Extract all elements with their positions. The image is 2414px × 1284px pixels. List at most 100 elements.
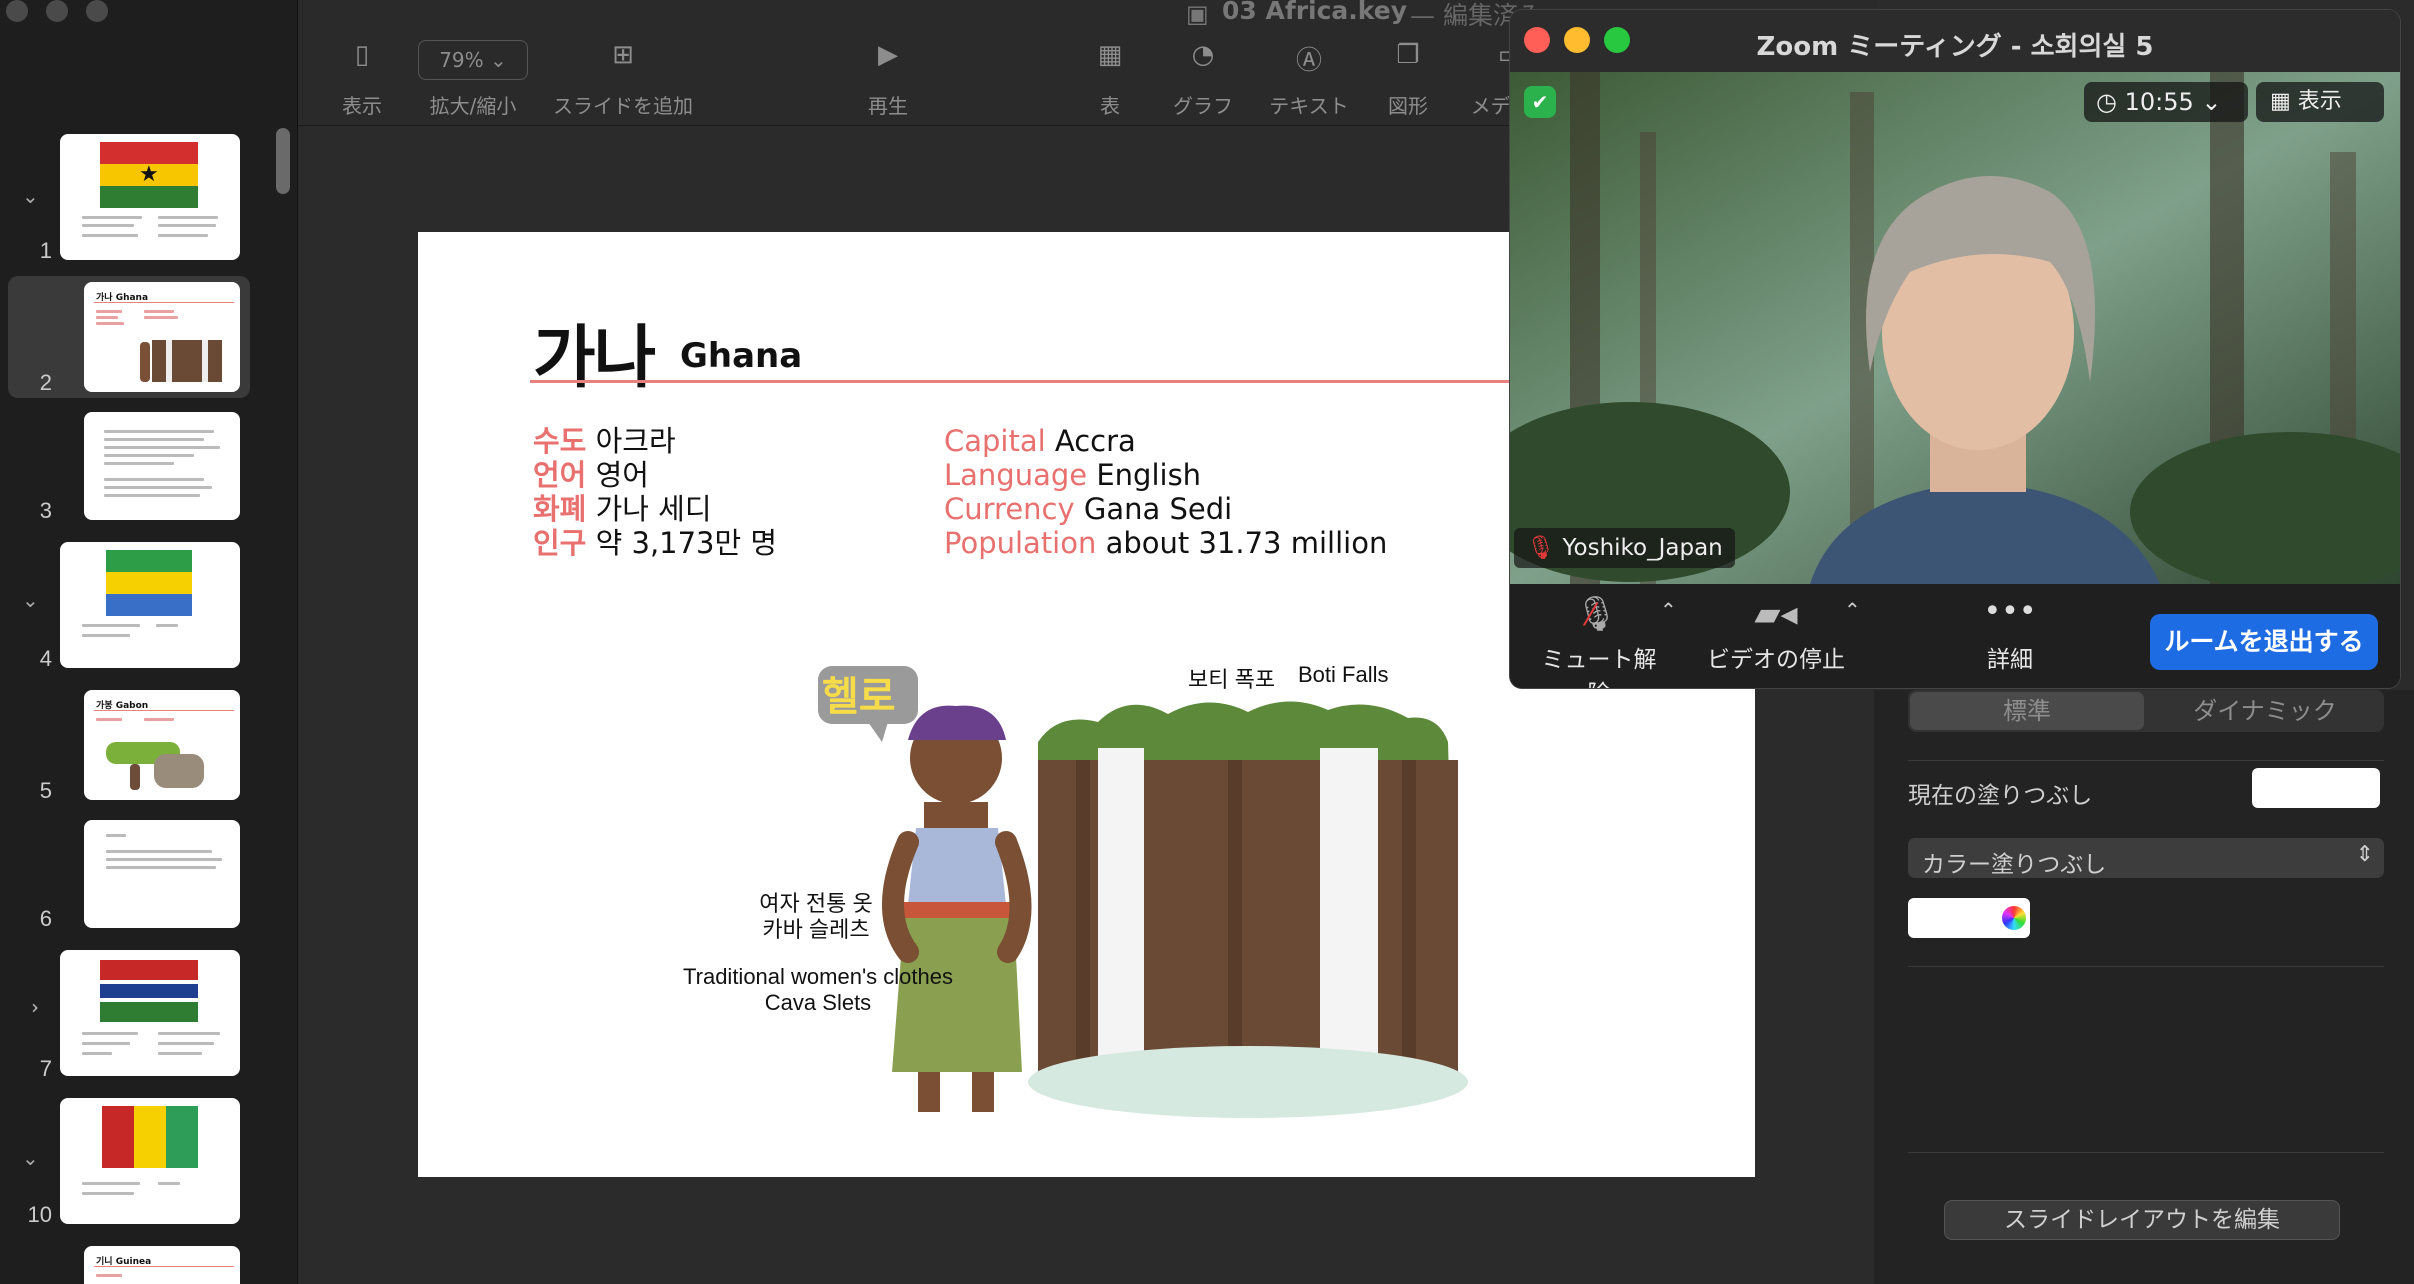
info-row: Capital Accra (944, 424, 1136, 458)
video-camera-icon: ▰◂ (1754, 594, 1798, 634)
slide-number: 2 (39, 370, 52, 395)
edit-slide-layout-button[interactable]: スライドレイアウトを編集 (1944, 1200, 2340, 1240)
slide-navigator: ⌄ 1 ★ 2 가나 Ghana 3 ⌄ 4 5 가봉 Gabon 6 ⌄ 7 … (0, 0, 298, 1284)
window-title: 03 Africa.key (1222, 0, 1408, 25)
info-row: 언어 영어 (533, 458, 649, 492)
info-row: Population about 31.73 million (944, 526, 1388, 560)
speech-bubble-text: 헬로 (822, 674, 896, 720)
divider (1908, 966, 2384, 967)
info-row: 인구 약 3,173만 명 (533, 526, 778, 560)
slide-number: 4 (39, 646, 52, 671)
text-icon: Ⓐ (1295, 46, 1322, 76)
current-fill-swatch[interactable] (2252, 768, 2380, 808)
play-button[interactable]: ▶ 再生 (858, 40, 918, 119)
color-picker-button[interactable] (1998, 898, 2030, 938)
info-row: Currency Gana Sedi (944, 492, 1233, 526)
leave-room-button[interactable]: ルームを退出する (2150, 614, 2378, 670)
slide-number: 7 (39, 1056, 52, 1081)
shield-check-icon[interactable]: ✔ (1524, 86, 1556, 118)
slide-thumbnail-10[interactable] (60, 1098, 240, 1224)
chevron-right-icon[interactable]: ⌄ (18, 1000, 42, 1017)
view-button[interactable]: ▦ 表示 (2256, 82, 2384, 122)
unmute-button[interactable]: 🎙︎⁄ ミュート解除 (1534, 584, 1664, 688)
korean-info-block: 수도 아크라 언어 영어 화폐 가나 세디 인구 약 3,173만 명 (533, 424, 777, 560)
clothes-label-korean-2: 카바 슬레츠 (762, 917, 870, 942)
english-info-block: Capital Accra Language English Currency … (944, 424, 1387, 560)
meeting-timer[interactable]: ◷ 10:55 ⌄ (2084, 82, 2248, 122)
chart-icon: ◔ (1191, 40, 1215, 70)
color-wheel-icon (2002, 906, 2026, 930)
plus-square-icon: ⊞ (612, 40, 634, 70)
text-button[interactable]: Ⓐ テキスト (1264, 40, 1354, 119)
divider (1908, 1152, 2384, 1153)
participant-video[interactable]: ✔ ◷ 10:55 ⌄ ▦ 表示 🎙︎ Yoshiko_Japan (1510, 72, 2400, 584)
slide-title-english: Ghana (680, 336, 803, 376)
navigator-scrollbar[interactable] (276, 128, 290, 194)
appearance-segmented-control: 標準 ダイナミック (1908, 690, 2384, 732)
add-slide-button[interactable]: ⊞ スライドを追加 (548, 40, 698, 119)
shape-icon: ❐ (1396, 40, 1420, 70)
stop-video-button[interactable]: ▰◂ ビデオの停止 (1706, 584, 1846, 674)
clock-icon: ◷ (2096, 88, 2117, 116)
video-feed (1510, 72, 2400, 584)
view-button[interactable]: ▯ 表示 (334, 40, 390, 119)
slide-thumbnail-11[interactable]: 기니 Guinea (84, 1246, 240, 1284)
ellipsis-icon: ••• (1983, 594, 2037, 629)
zoom-titlebar: Zoom ミーティング - 소회의실 5 (1510, 10, 2400, 72)
slide-number: 6 (39, 906, 52, 931)
slide-thumbnail-7[interactable] (60, 950, 240, 1076)
slide-thumbnail-5[interactable]: 가봉 Gabon (84, 690, 240, 800)
slide-number: 5 (39, 778, 52, 803)
slide-thumbnail-1[interactable]: ★ (60, 134, 240, 260)
close-window-button[interactable] (6, 0, 28, 22)
zoom-controls-bar: 🎙︎⁄ ミュート解除 ⌃ ▰◂ ビデオの停止 ⌃ ••• 詳細 ルームを退出する (1510, 584, 2400, 688)
video-options-chevron-icon[interactable]: ⌃ (1844, 598, 1861, 622)
document-icon: ▣ (1186, 0, 1209, 28)
sidebar-icon: ▯ (354, 40, 370, 70)
dynamic-segment[interactable]: ダイナミック (2148, 692, 2382, 730)
chart-button[interactable]: ◔ グラフ (1168, 40, 1238, 119)
slide-thumbnail-4[interactable] (60, 542, 240, 668)
standard-segment[interactable]: 標準 (1910, 692, 2144, 730)
format-inspector: 標準 ダイナミック 現在の塗りつぶし カラー塗りつぶし ⇕ スライドレイアウトを… (1874, 690, 2414, 1284)
slide-thumbnail-3[interactable] (84, 412, 240, 520)
chevron-down-icon: ⌄ (2201, 88, 2222, 116)
info-row: Language English (944, 458, 1202, 492)
shape-button[interactable]: ❐ 図形 (1378, 40, 1438, 119)
more-button[interactable]: ••• 詳細 (1960, 584, 2060, 674)
minimize-window-button[interactable] (46, 0, 68, 22)
slide-number: 3 (39, 498, 52, 523)
fill-color-well[interactable] (1908, 898, 1998, 938)
info-row: 수도 아크라 (533, 424, 676, 458)
updown-chevron-icon: ⇕ (2355, 842, 2374, 867)
table-button[interactable]: ▦ 表 (1080, 40, 1140, 119)
slide-number: 10 (27, 1202, 52, 1227)
zoom-control[interactable]: 79% ⌄ 拡大/縮小 (418, 40, 528, 119)
zoom-window-button[interactable] (86, 0, 108, 22)
falls-label-english: Boti Falls (1298, 662, 1389, 687)
slide-thumbnail-6[interactable] (84, 820, 240, 928)
falls-label-korean: 보티 폭포 (1188, 667, 1276, 692)
table-icon: ▦ (1097, 40, 1123, 70)
chevron-down-icon[interactable]: ⌄ (22, 1146, 39, 1170)
clothes-label-english-1: Traditional women's clothes (683, 964, 953, 989)
star-icon: ★ (139, 162, 159, 187)
divider (1908, 760, 2384, 761)
grid-icon: ▦ (2270, 89, 2291, 114)
zoom-meeting-window: Zoom ミーティング - 소회의실 5 ✔ ◷ 10:55 ⌄ ▦ 表示 🎙︎… (1510, 10, 2400, 688)
chevron-down-icon[interactable]: ⌄ (22, 588, 39, 612)
slide-title-korean: 가나 (533, 319, 656, 398)
participant-name-tag: 🎙︎ Yoshiko_Japan (1514, 528, 1735, 568)
clothes-label-english-2: Cava Slets (764, 990, 872, 1015)
zoom-window-title: Zoom ミーティング - 소회의실 5 (1756, 32, 2154, 62)
slide-number: 1 (39, 238, 52, 263)
slide-thumbnail-2[interactable]: 가나 Ghana (84, 282, 240, 392)
audio-options-chevron-icon[interactable]: ⌃ (1660, 598, 1677, 622)
muted-mic-icon: 🎙︎ (1526, 535, 1556, 561)
muted-mic-icon: 🎙︎⁄ (1574, 594, 1619, 634)
chevron-down-icon[interactable]: ⌄ (22, 184, 39, 208)
current-fill-label: 現在の塗りつぶし (1908, 783, 2093, 809)
zoom-dropdown[interactable]: 79% ⌄ (418, 40, 528, 80)
info-row: 화폐 가나 세디 (533, 492, 712, 526)
fill-type-dropdown[interactable]: カラー塗りつぶし ⇕ (1908, 838, 2384, 878)
